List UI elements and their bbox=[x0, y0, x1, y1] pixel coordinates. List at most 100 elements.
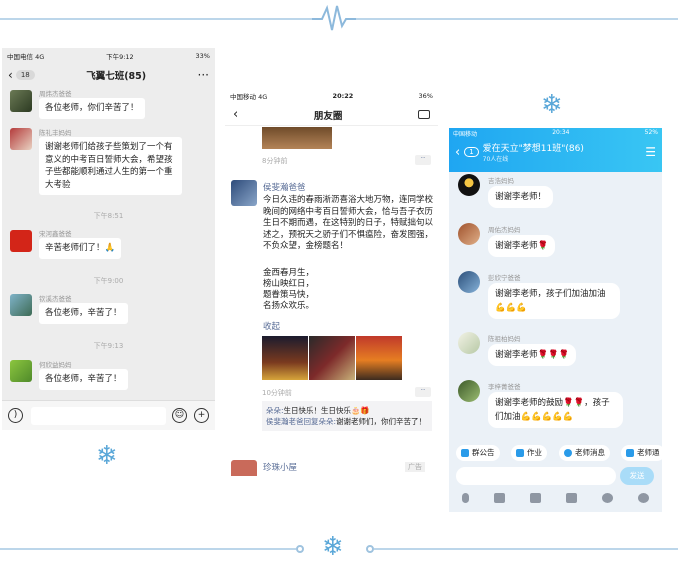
message-bubble[interactable]: 谢谢李老师🌹 bbox=[488, 235, 556, 257]
avatar[interactable] bbox=[458, 332, 480, 354]
homework-button[interactable]: 作业 bbox=[511, 445, 547, 461]
timestamp: 下午9:00 bbox=[93, 277, 124, 285]
message-input[interactable] bbox=[31, 407, 166, 425]
message-bubble[interactable]: 辛苦老师们了！🙏 bbox=[39, 238, 122, 259]
plus-icon[interactable] bbox=[638, 493, 650, 503]
online-count: 70人在线 bbox=[482, 156, 509, 163]
timestamp: 下午9:13 bbox=[93, 342, 124, 350]
post-author[interactable]: 侯斐瀚爸爸 bbox=[263, 181, 306, 193]
poem-line: 金西春月生， bbox=[263, 268, 315, 278]
qq-header: 中国移动 20:34 52% ‹ 1 爱在天立"梦想11班"(86) 70人在线… bbox=[449, 128, 662, 172]
sender-name: 李梓菁爸爸 bbox=[488, 383, 521, 391]
bottom-divider-right bbox=[374, 548, 678, 550]
post-time: 10分钟前 bbox=[262, 389, 292, 397]
input-toolbar bbox=[449, 493, 662, 503]
snowflake-icon: ❄ bbox=[322, 532, 344, 562]
message-input[interactable] bbox=[456, 467, 616, 485]
camera-icon[interactable] bbox=[529, 493, 541, 503]
avatar[interactable] bbox=[10, 128, 32, 150]
post-author[interactable]: 珍珠小屋 bbox=[263, 461, 297, 473]
chat-input-bar: ) ☺ + bbox=[2, 400, 215, 430]
ad-tag[interactable]: 广告 bbox=[405, 462, 425, 472]
emoji-icon[interactable] bbox=[602, 493, 614, 503]
menu-icon[interactable]: ☰ bbox=[645, 145, 656, 159]
message-bubble[interactable]: 各位老师，辛苦了！ bbox=[39, 369, 128, 390]
voice-icon[interactable]: ) bbox=[8, 408, 23, 423]
battery: 36% bbox=[418, 92, 433, 100]
previous-post-photo[interactable] bbox=[262, 127, 332, 149]
back-button[interactable]: ‹ bbox=[233, 107, 238, 122]
plus-icon[interactable]: + bbox=[194, 408, 209, 423]
avatar[interactable] bbox=[458, 271, 480, 293]
chevron-left-icon: ‹ bbox=[8, 68, 13, 82]
wechat-moments-screenshot: 中国移动 4G 20:22 36% ‹ 朋友圈 8分钟前 ·· 侯斐瀚爸爸 今日… bbox=[225, 88, 438, 476]
chat-icon bbox=[564, 449, 572, 457]
message-bubble[interactable]: 各位老师，辛苦了！ bbox=[39, 303, 128, 324]
comment-text: 谢谢老师们，你们辛苦了！ bbox=[336, 417, 427, 426]
avatar[interactable] bbox=[458, 380, 480, 402]
message-bubble[interactable]: 各位老师，你们辛苦了！ bbox=[39, 98, 145, 119]
image-icon[interactable] bbox=[493, 493, 505, 503]
group-title: 爱在天立"梦想11班"(86) bbox=[482, 144, 584, 154]
tool-label: 老师消息 bbox=[575, 448, 605, 457]
comment-list: 朵朵:生日快乐！生日快乐🎂🎁 侯斐瀚老爸回复朵朵:谢谢老师们，你们辛苦了！ bbox=[262, 401, 432, 431]
emoji-icon[interactable]: ☺ bbox=[172, 408, 187, 423]
camera-icon[interactable] bbox=[418, 110, 430, 119]
post-photo[interactable] bbox=[356, 336, 402, 380]
avatar[interactable] bbox=[10, 294, 32, 316]
snowflake-icon: ❄ bbox=[96, 441, 118, 471]
post-actions-button[interactable]: ·· bbox=[415, 155, 431, 165]
clock: 下午9:12 bbox=[106, 53, 134, 61]
clock: 20:22 bbox=[332, 92, 354, 100]
post-actions-button[interactable]: ·· bbox=[415, 387, 431, 397]
poem-line: 题眷策马快， bbox=[263, 290, 315, 300]
tool-label: 作业 bbox=[527, 448, 542, 457]
unread-badge: 1 bbox=[464, 147, 479, 157]
comment: 侯斐瀚老爸回复朵朵:谢谢老师们，你们辛苦了！ bbox=[266, 416, 428, 427]
back-button[interactable]: ‹ 18 bbox=[8, 68, 35, 82]
sender-name: 宋河鑫爸爸 bbox=[39, 230, 72, 238]
sender-name: 何欣益妈妈 bbox=[39, 361, 72, 369]
avatar[interactable] bbox=[10, 360, 32, 382]
comment-author[interactable]: 朵朵: bbox=[266, 406, 284, 415]
top-divider-left bbox=[0, 18, 312, 20]
red-packet-icon[interactable] bbox=[566, 493, 578, 503]
avatar[interactable] bbox=[10, 90, 32, 112]
back-button[interactable]: ‹ bbox=[455, 145, 460, 160]
sender-name: 周佑杰妈妈 bbox=[488, 226, 521, 234]
message-bubble[interactable]: 谢谢老师们给孩子些策划了一个有意义的中考百日誓师大会，希望孩子些都能顺利通过人生… bbox=[39, 137, 182, 195]
comment: 朵朵:生日快乐！生日快乐🎂🎁 bbox=[266, 405, 428, 416]
group-notice-button[interactable]: 群公告 bbox=[456, 445, 500, 461]
post-text: 今日久违的春雨淅沥喜浴大地万物，连同学校晚间的网络中考百日誓师大会，恰与吾子衣历… bbox=[263, 195, 434, 251]
avatar[interactable] bbox=[458, 223, 480, 245]
network: 4G bbox=[258, 93, 268, 101]
sender-name: 彭欣宁爸爸 bbox=[488, 274, 521, 282]
avatar[interactable] bbox=[10, 230, 32, 252]
status-bar: 中国移动 4G 20:22 36% bbox=[225, 88, 438, 104]
comment-text: 生日快乐！生日快乐🎂🎁 bbox=[283, 406, 370, 415]
microphone-icon[interactable] bbox=[461, 493, 469, 503]
avatar[interactable] bbox=[458, 174, 480, 196]
more-button[interactable]: ··· bbox=[198, 68, 209, 82]
sender-name: 周炜杰爸爸 bbox=[39, 90, 72, 98]
send-button[interactable]: 发送 bbox=[620, 467, 654, 485]
chat-header: ‹ 18 飞翼七班(85) ··· bbox=[2, 64, 215, 86]
message-bubble[interactable]: 谢谢李老师！ bbox=[488, 186, 554, 208]
tool-label: 老师通 bbox=[637, 448, 660, 457]
timestamp: 下午8:51 bbox=[93, 212, 124, 220]
network: 4G bbox=[35, 53, 45, 61]
teacher-tool-button[interactable]: 老师通 bbox=[621, 445, 662, 461]
message-bubble[interactable]: 谢谢李老师🌹🌹🌹 bbox=[488, 344, 577, 366]
post-photo[interactable] bbox=[262, 336, 308, 380]
avatar[interactable] bbox=[231, 180, 257, 206]
collapse-link[interactable]: 收起 bbox=[263, 320, 280, 332]
avatar[interactable] bbox=[231, 460, 257, 476]
divider-dot bbox=[366, 545, 374, 553]
post-time: 8分钟前 bbox=[262, 157, 288, 165]
comment-author[interactable]: 侯斐瀚老爸回复朵朵: bbox=[266, 417, 336, 426]
message-bubble[interactable]: 谢谢李老师，孩子们加油加油💪💪💪 bbox=[488, 283, 620, 319]
teacher-message-button[interactable]: 老师消息 bbox=[559, 445, 610, 461]
message-bubble[interactable]: 谢谢李老师的鼓励🌹🌹，孩子们加油💪💪💪💪💪 bbox=[488, 392, 623, 428]
post-photo[interactable] bbox=[309, 336, 355, 380]
link-icon bbox=[626, 449, 634, 457]
